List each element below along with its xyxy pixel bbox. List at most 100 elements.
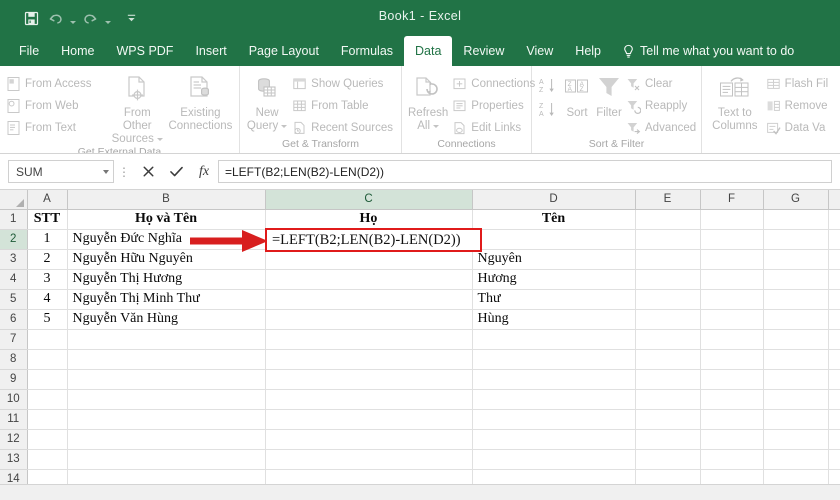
new-query-caret-icon[interactable] — [281, 125, 288, 128]
cell-partial-11[interactable] — [828, 409, 840, 430]
redo-icon[interactable] — [79, 6, 101, 30]
from-web-button[interactable]: From Web — [4, 95, 109, 116]
cell-d1[interactable]: Tên — [472, 209, 636, 230]
cell-g13[interactable] — [763, 449, 829, 470]
cell-partial-13[interactable] — [828, 449, 840, 470]
cell-d13[interactable] — [472, 449, 636, 470]
cell-b6[interactable]: Nguyễn Văn Hùng — [67, 309, 266, 330]
cell-f9[interactable] — [700, 369, 764, 390]
undo-dropdown-caret-icon[interactable] — [68, 6, 77, 30]
cell-partial-10[interactable] — [828, 389, 840, 410]
cell-b11[interactable] — [67, 409, 266, 430]
cell-partial-8[interactable] — [828, 349, 840, 370]
data-validation-button[interactable]: Data Va — [764, 117, 840, 138]
cell-g6[interactable] — [763, 309, 829, 330]
properties-button[interactable]: Properties — [450, 95, 530, 116]
select-all-corner[interactable] — [0, 190, 28, 210]
name-box-caret-icon[interactable] — [103, 169, 109, 174]
tab-insert[interactable]: Insert — [184, 36, 237, 66]
tab-view[interactable]: View — [515, 36, 564, 66]
cell-a11[interactable] — [27, 409, 68, 430]
tab-review[interactable]: Review — [452, 36, 515, 66]
cell-c9[interactable] — [265, 369, 473, 390]
sheet-tab-strip[interactable] — [0, 484, 840, 500]
cell-e13[interactable] — [635, 449, 701, 470]
row-header-11[interactable]: 11 — [0, 409, 28, 430]
row-header-6[interactable]: 6 — [0, 309, 28, 330]
column-header-g[interactable]: G — [763, 190, 829, 210]
cell-g8[interactable] — [763, 349, 829, 370]
tell-me-search[interactable]: Tell me what you want to do — [612, 36, 804, 66]
edit-links-button[interactable]: Edit Links — [450, 117, 530, 138]
cell-b10[interactable] — [67, 389, 266, 410]
cell-d5[interactable]: Thư — [472, 289, 636, 310]
row-header-2[interactable]: 2 — [0, 229, 28, 250]
cell-g7[interactable] — [763, 329, 829, 350]
cell-a10[interactable] — [27, 389, 68, 410]
from-table-button[interactable]: From Table — [290, 95, 397, 116]
cell-e3[interactable] — [635, 249, 701, 270]
from-text-button[interactable]: From Text — [4, 117, 109, 138]
recent-sources-button[interactable]: Recent Sources — [290, 117, 397, 138]
advanced-filter-button[interactable]: Advanced — [624, 117, 700, 138]
cell-f7[interactable] — [700, 329, 764, 350]
cell-e7[interactable] — [635, 329, 701, 350]
row-header-8[interactable]: 8 — [0, 349, 28, 370]
cell-b12[interactable] — [67, 429, 266, 450]
row-header-3[interactable]: 3 — [0, 249, 28, 270]
tab-home[interactable]: Home — [50, 36, 105, 66]
new-query-button[interactable]: New Query — [244, 71, 290, 133]
cell-d3[interactable]: Nguyên — [472, 249, 636, 270]
cell-e9[interactable] — [635, 369, 701, 390]
cell-f12[interactable] — [700, 429, 764, 450]
column-header-d[interactable]: D — [472, 190, 636, 210]
cell-partial-7[interactable] — [828, 329, 840, 350]
cell-g3[interactable] — [763, 249, 829, 270]
cell-d10[interactable] — [472, 389, 636, 410]
from-other-sources-button[interactable]: From Other Sources — [109, 71, 166, 146]
from-access-button[interactable]: From Access — [4, 73, 109, 94]
cell-g4[interactable] — [763, 269, 829, 290]
connections-button[interactable]: Connections — [450, 73, 535, 94]
cell-b7[interactable] — [67, 329, 266, 350]
cell-partial-2[interactable] — [828, 229, 840, 250]
cell-c12[interactable] — [265, 429, 473, 450]
cell-partial-9[interactable] — [828, 369, 840, 390]
cell-c1[interactable]: Họ — [265, 209, 473, 230]
cell-partial-1[interactable] — [828, 209, 840, 230]
cell-e6[interactable] — [635, 309, 701, 330]
row-header-9[interactable]: 9 — [0, 369, 28, 390]
cell-f6[interactable] — [700, 309, 764, 330]
cell-c4[interactable] — [265, 269, 473, 290]
flash-fill-button[interactable]: Flash Fil — [764, 73, 840, 94]
existing-connections-button[interactable]: Existing Connections — [166, 71, 235, 133]
cell-f13[interactable] — [700, 449, 764, 470]
cell-d2[interactable] — [472, 229, 636, 250]
cell-a1[interactable]: STT — [27, 209, 68, 230]
cell-c8[interactable] — [265, 349, 473, 370]
cell-d6[interactable]: Hùng — [472, 309, 636, 330]
column-header-a[interactable]: A — [27, 190, 68, 210]
cell-f2[interactable] — [700, 229, 764, 250]
cell-b13[interactable] — [67, 449, 266, 470]
cell-a4[interactable]: 3 — [27, 269, 68, 290]
cell-a7[interactable] — [27, 329, 68, 350]
tab-help[interactable]: Help — [564, 36, 612, 66]
cell-a9[interactable] — [27, 369, 68, 390]
formula-bar-drag-handle[interactable]: ⋮ — [114, 166, 134, 178]
cell-a8[interactable] — [27, 349, 68, 370]
cell-e1[interactable] — [635, 209, 701, 230]
sort-z-to-a-icon[interactable]: Z A — [536, 98, 560, 120]
cell-c6[interactable] — [265, 309, 473, 330]
cell-e4[interactable] — [635, 269, 701, 290]
cell-d11[interactable] — [472, 409, 636, 430]
cell-e12[interactable] — [635, 429, 701, 450]
cell-partial-5[interactable] — [828, 289, 840, 310]
cell-a6[interactable]: 5 — [27, 309, 68, 330]
cell-e10[interactable] — [635, 389, 701, 410]
cell-a5[interactable]: 4 — [27, 289, 68, 310]
cell-d9[interactable] — [472, 369, 636, 390]
cell-b9[interactable] — [67, 369, 266, 390]
cell-b8[interactable] — [67, 349, 266, 370]
cell-c3[interactable] — [265, 249, 473, 270]
